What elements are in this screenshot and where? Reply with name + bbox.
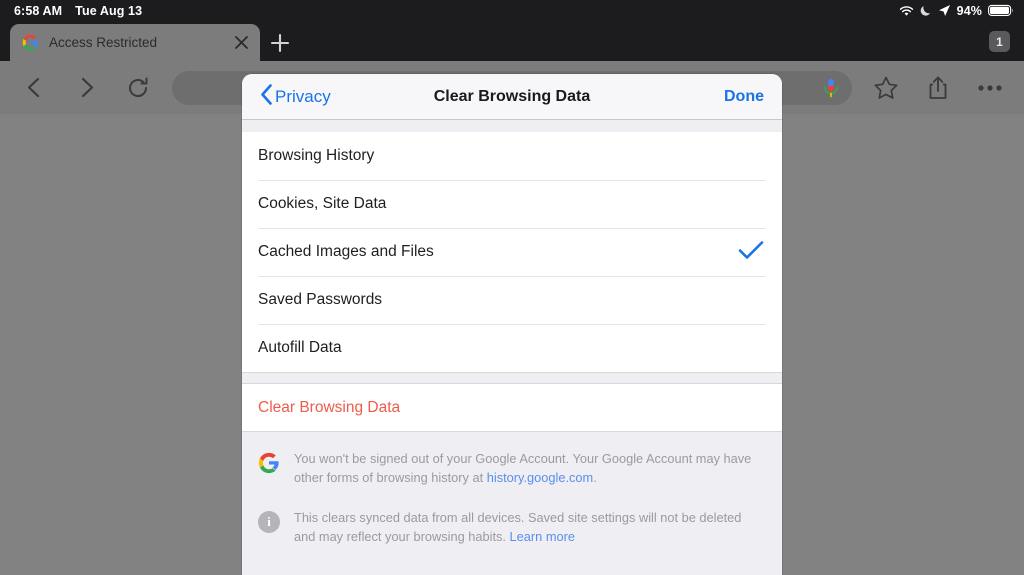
status-bar-left: 6:58 AM Tue Aug 13 bbox=[14, 4, 142, 18]
reload-icon[interactable] bbox=[112, 61, 164, 114]
tab-title: Access Restricted bbox=[49, 35, 158, 50]
header-gap bbox=[242, 120, 782, 132]
list-item-label: Saved Passwords bbox=[258, 291, 383, 308]
wifi-icon bbox=[899, 5, 914, 17]
dialog-footer: You won't be signed out of your Google A… bbox=[242, 432, 782, 575]
close-icon[interactable] bbox=[232, 34, 250, 52]
list-item-cookies-site-data[interactable]: Cookies, Site Data bbox=[242, 180, 782, 228]
status-bar-right: 94% bbox=[899, 4, 1014, 18]
forward-icon[interactable] bbox=[60, 61, 112, 114]
action-gap bbox=[242, 372, 782, 384]
data-types-list: Browsing History Cookies, Site Data Cach… bbox=[242, 132, 782, 372]
list-item-label: Cookies, Site Data bbox=[258, 195, 387, 212]
clear-browsing-data-label: Clear Browsing Data bbox=[258, 398, 401, 416]
tab-strip: Access Restricted 1 bbox=[0, 21, 1024, 61]
microphone-icon[interactable] bbox=[820, 77, 842, 99]
dialog-header: Privacy Clear Browsing Data Done bbox=[242, 74, 782, 120]
tab-counter-label: 1 bbox=[996, 34, 1003, 49]
clear-browsing-data-button[interactable]: Clear Browsing Data bbox=[242, 384, 782, 432]
status-time: 6:58 AM bbox=[14, 3, 63, 18]
footer-note-synced-data: i This clears synced data from all devic… bbox=[258, 509, 762, 546]
status-date: Tue Aug 13 bbox=[75, 3, 143, 18]
list-item-label: Browsing History bbox=[258, 147, 375, 164]
learn-more-link[interactable]: Learn more bbox=[510, 529, 575, 544]
battery-percent: 94% bbox=[956, 3, 982, 18]
moon-icon bbox=[920, 4, 932, 17]
back-to-privacy-button[interactable]: Privacy bbox=[260, 83, 331, 110]
chevron-left-icon bbox=[260, 83, 273, 110]
location-arrow-icon bbox=[938, 4, 951, 17]
list-item-browsing-history[interactable]: Browsing History bbox=[242, 132, 782, 180]
list-item-autofill-data[interactable]: Autofill Data bbox=[242, 324, 782, 372]
list-item-label: Autofill Data bbox=[258, 339, 342, 356]
share-icon[interactable] bbox=[912, 61, 964, 114]
list-item-label: Cached Images and Files bbox=[258, 243, 434, 260]
footer-note-text: You won't be signed out of your Google A… bbox=[294, 450, 756, 487]
footer-text-after: . bbox=[593, 469, 597, 485]
info-icon-glyph: i bbox=[258, 511, 280, 534]
history-google-com-link[interactable]: history.google.com bbox=[487, 470, 593, 485]
back-label: Privacy bbox=[275, 86, 331, 106]
checkmark-icon bbox=[738, 240, 764, 265]
screen: 6:58 AM Tue Aug 13 94% Access Restricted… bbox=[0, 0, 1024, 575]
google-g-icon bbox=[258, 452, 280, 474]
footer-note-text: This clears synced data from all devices… bbox=[294, 509, 756, 546]
star-icon[interactable] bbox=[860, 61, 912, 114]
list-item-saved-passwords[interactable]: Saved Passwords bbox=[242, 276, 782, 324]
new-tab-button[interactable] bbox=[260, 24, 300, 61]
browser-tab[interactable]: Access Restricted bbox=[10, 24, 260, 61]
info-icon: i bbox=[258, 511, 280, 534]
footer-note-google-account: You won't be signed out of your Google A… bbox=[258, 450, 762, 487]
list-item-cached-images-and-files[interactable]: Cached Images and Files bbox=[242, 228, 782, 276]
done-button[interactable]: Done bbox=[724, 88, 764, 106]
battery-icon bbox=[988, 4, 1014, 17]
more-icon[interactable] bbox=[964, 61, 1016, 114]
back-icon[interactable] bbox=[8, 61, 60, 114]
tab-counter[interactable]: 1 bbox=[989, 31, 1010, 52]
google-favicon-icon bbox=[22, 34, 39, 51]
status-bar: 6:58 AM Tue Aug 13 94% bbox=[0, 0, 1024, 21]
clear-browsing-data-dialog: Privacy Clear Browsing Data Done Browsin… bbox=[242, 74, 782, 575]
